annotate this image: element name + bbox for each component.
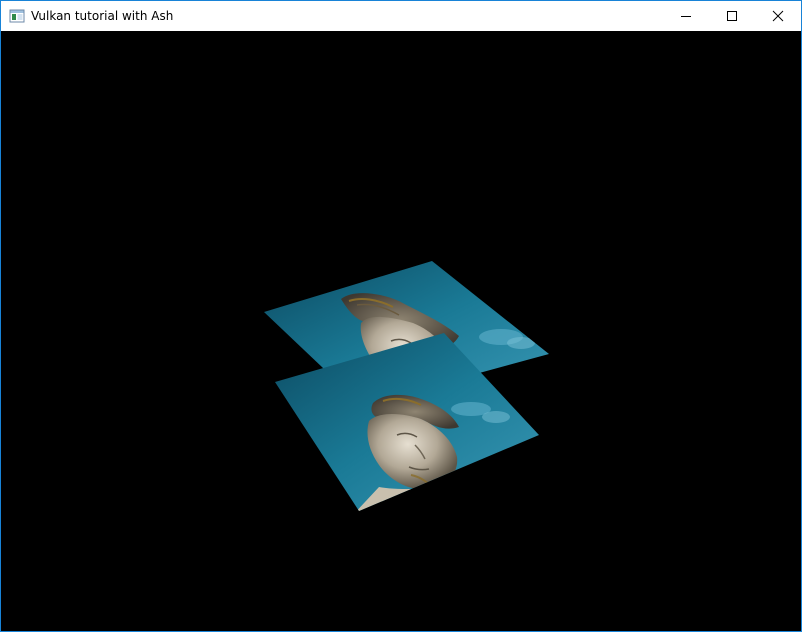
maximize-icon [727,11,737,21]
minimize-button[interactable] [663,1,709,31]
window-controls [663,1,801,31]
close-icon [772,10,784,22]
scene-canvas [264,261,549,511]
close-button[interactable] [755,1,801,31]
app-icon[interactable] [9,8,25,24]
render-viewport[interactable] [1,31,801,631]
app-window: Vulkan tutorial with Ash [0,0,802,632]
window-title: Vulkan tutorial with Ash [31,9,174,23]
minimize-icon [681,16,691,17]
title-bar[interactable]: Vulkan tutorial with Ash [1,1,801,31]
maximize-button[interactable] [709,1,755,31]
